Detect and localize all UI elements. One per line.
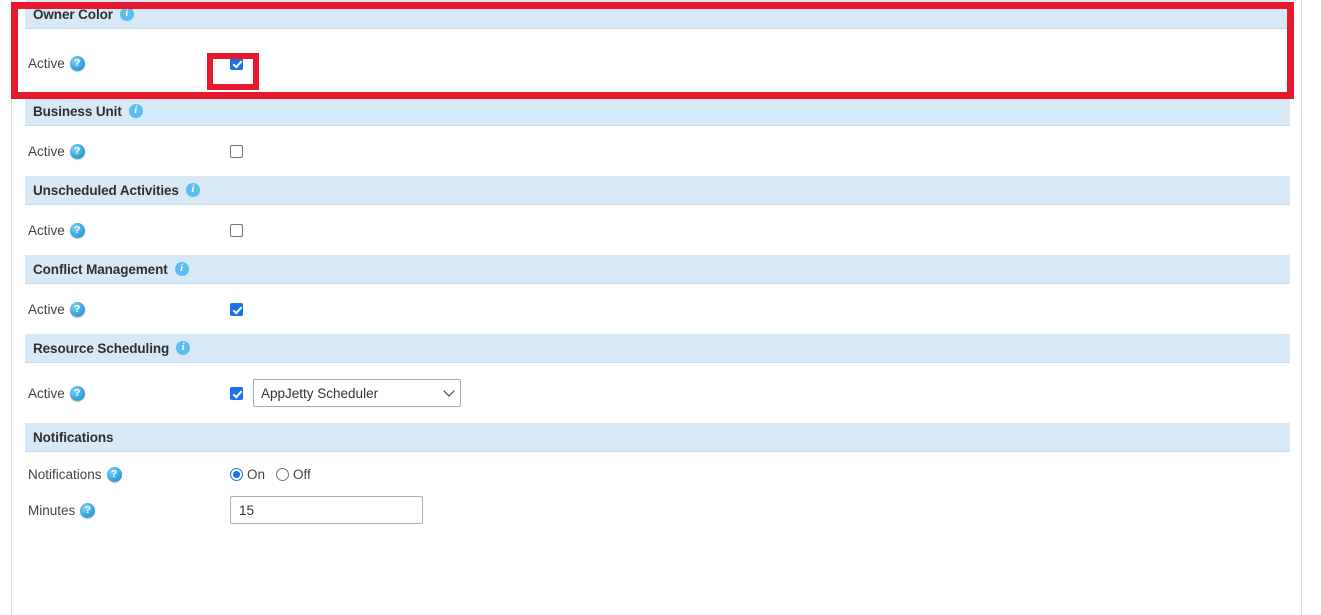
- field-label: Active ?: [25, 222, 230, 238]
- active-checkbox-owner-color[interactable]: [230, 56, 243, 70]
- radio-off-label: Off: [293, 466, 311, 482]
- section-owner-color: Owner Color i Active ?: [25, 0, 1290, 97]
- info-icon[interactable]: i: [185, 183, 200, 197]
- radio-on[interactable]: [230, 467, 243, 481]
- info-icon[interactable]: i: [174, 262, 189, 276]
- minutes-input[interactable]: [230, 496, 423, 524]
- section-title: Conflict Management: [33, 261, 168, 277]
- section-notifications: Notifications Notifications ? On Off Min…: [25, 423, 1290, 534]
- section-title: Owner Color: [33, 6, 113, 22]
- field-control: [230, 302, 243, 316]
- field-row-active: Active ?: [25, 205, 1290, 255]
- section-body-resource-scheduling: Active ? AppJetty Scheduler: [25, 363, 1290, 423]
- section-body-business-unit: Active ?: [25, 126, 1290, 176]
- active-checkbox-conflict-management[interactable]: [230, 302, 243, 316]
- section-header-notifications: Notifications: [25, 423, 1290, 452]
- field-label: Notifications ?: [25, 466, 230, 482]
- field-label: Active ?: [25, 143, 230, 159]
- section-conflict-management: Conflict Management i Active ?: [25, 255, 1290, 334]
- field-row-active: Active ?: [25, 284, 1290, 334]
- settings-form-column: Owner Color i Active ? Business Unit i A…: [25, 0, 1290, 534]
- section-header-business-unit: Business Unit i: [25, 97, 1290, 126]
- radio-off[interactable]: [276, 467, 290, 481]
- radio-option-on[interactable]: On: [230, 467, 265, 482]
- section-title: Business Unit: [33, 103, 122, 119]
- section-header-resource-scheduling: Resource Scheduling i: [25, 334, 1290, 363]
- field-label-text: Active: [28, 55, 65, 71]
- field-control: [230, 56, 243, 70]
- help-icon[interactable]: ?: [69, 301, 85, 317]
- field-row-active: Active ? AppJetty Scheduler: [25, 363, 1290, 423]
- field-label-text: Notifications: [28, 466, 102, 482]
- scheduler-select[interactable]: AppJetty Scheduler: [253, 379, 461, 407]
- field-row-active: Active ?: [25, 126, 1290, 176]
- field-label-text: Minutes: [28, 502, 76, 518]
- radio-option-off[interactable]: Off: [276, 467, 311, 482]
- help-icon[interactable]: ?: [106, 466, 122, 482]
- section-body-unscheduled-activities: Active ?: [25, 205, 1290, 255]
- section-body-conflict-management: Active ?: [25, 284, 1290, 334]
- field-label: Minutes ?: [25, 502, 230, 518]
- section-header-conflict-management: Conflict Management i: [25, 255, 1290, 284]
- help-icon[interactable]: ?: [80, 502, 96, 518]
- field-label-text: Active: [28, 222, 65, 238]
- field-control: [230, 223, 243, 237]
- section-header-unscheduled-activities: Unscheduled Activities i: [25, 176, 1290, 205]
- scheduler-select-wrapper: AppJetty Scheduler: [253, 379, 461, 407]
- help-icon[interactable]: ?: [69, 222, 85, 238]
- field-row-notifications: Notifications ? On Off: [25, 459, 1290, 489]
- field-label: Active ?: [25, 385, 230, 401]
- radio-on-label: On: [247, 466, 266, 482]
- section-business-unit: Business Unit i Active ?: [25, 97, 1290, 176]
- field-label-text: Active: [28, 143, 65, 159]
- field-label: Active ?: [25, 55, 230, 71]
- help-icon[interactable]: ?: [69, 385, 85, 401]
- section-unscheduled-activities: Unscheduled Activities i Active ?: [25, 176, 1290, 255]
- section-header-owner-color: Owner Color i: [25, 0, 1290, 29]
- settings-page: Owner Color i Active ? Business Unit i A…: [0, 0, 1321, 615]
- field-control: [230, 144, 243, 158]
- active-checkbox-resource-scheduling[interactable]: [230, 386, 243, 400]
- info-icon[interactable]: i: [176, 341, 191, 355]
- field-control: [230, 496, 423, 524]
- section-title: Unscheduled Activities: [33, 182, 179, 198]
- field-label: Active ?: [25, 301, 230, 317]
- notifications-radio-group: On Off: [230, 467, 311, 482]
- left-vertical-rule: [11, 0, 12, 615]
- info-icon[interactable]: i: [128, 104, 143, 118]
- info-icon[interactable]: i: [119, 7, 134, 21]
- section-title: Notifications: [33, 429, 114, 445]
- section-body-notifications: Notifications ? On Off Minutes ? 15: [25, 452, 1290, 534]
- field-row-active: Active ?: [25, 29, 1290, 97]
- section-body-owner-color: Active ?: [25, 29, 1290, 97]
- right-vertical-rule: [1301, 0, 1302, 615]
- field-label-text: Active: [28, 301, 65, 317]
- section-title: Resource Scheduling: [33, 340, 170, 356]
- field-row-minutes: Minutes ?: [25, 489, 1290, 531]
- field-label-text: Active: [28, 385, 65, 401]
- field-control: On Off: [230, 467, 311, 482]
- field-control: AppJetty Scheduler: [230, 379, 461, 407]
- help-icon[interactable]: ?: [69, 55, 85, 71]
- section-resource-scheduling: Resource Scheduling i Active ? AppJetty …: [25, 334, 1290, 423]
- active-checkbox-unscheduled-activities[interactable]: [230, 223, 243, 237]
- active-checkbox-business-unit[interactable]: [230, 144, 243, 158]
- help-icon[interactable]: ?: [69, 143, 85, 159]
